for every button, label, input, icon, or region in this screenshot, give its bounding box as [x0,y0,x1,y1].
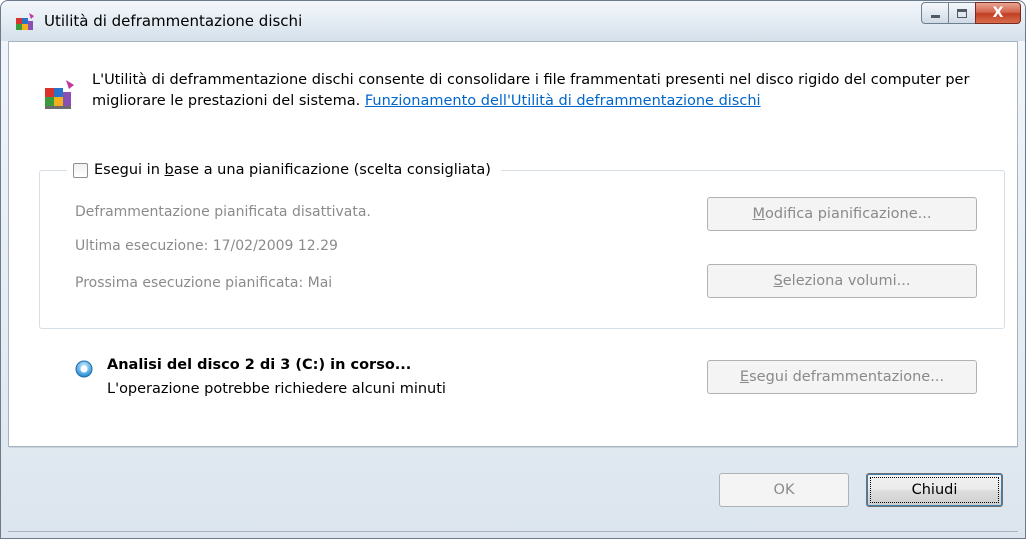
last-run-text: Ultima esecuzione: 17/02/2009 12.29 [75,238,338,254]
busy-spinner-icon [75,360,93,378]
close-icon: X [992,5,1004,21]
minimize-button[interactable] [921,2,948,24]
analysis-status-title: Analisi del disco 2 di 3 (C:) in corso..… [107,357,412,373]
footer-separator [9,447,1017,448]
schedule-checkbox[interactable] [73,162,88,178]
help-link[interactable]: Funzionamento dell'Utilità di deframment… [365,93,761,109]
close-button[interactable]: Chiudi [866,473,1003,507]
window-title: Utilità di deframmentazione dischi [44,12,303,30]
analysis-status-subtitle: L'operazione potrebbe richiedere alcuni … [107,381,446,397]
defrag-app-icon [16,13,34,30]
schedule-status-text: Deframmentazione pianificata disattivata… [75,204,371,220]
schedule-checkbox-label[interactable]: Esegui in base a una pianificazione (sce… [94,162,491,178]
schedule-checkbox-row[interactable]: Esegui in base a una pianificazione (sce… [67,158,501,182]
defrag-window: Utilità di deframmentazione dischi X L'U… [0,0,1026,539]
select-volumes-button[interactable]: Seleziona volumi... [707,264,977,298]
maximize-icon [957,8,967,18]
defrag-large-icon [45,80,74,109]
next-run-text: Prossima esecuzione pianificata: Mai [75,275,333,291]
ok-button[interactable]: OK [719,473,849,507]
close-window-button[interactable]: X [975,2,1021,24]
maximize-button[interactable] [948,2,975,24]
run-defrag-button[interactable]: Esegui deframmentazione... [707,360,977,394]
modify-schedule-button[interactable]: Modifica pianificazione... [707,197,977,231]
title-bar[interactable]: Utilità di deframmentazione dischi X [1,1,1025,41]
intro-description: L'Utilità di deframmentazione dischi con… [92,70,992,112]
frame-bottom-edge [8,531,1018,532]
minimize-icon [930,15,940,18]
caption-buttons: X [921,2,1021,24]
